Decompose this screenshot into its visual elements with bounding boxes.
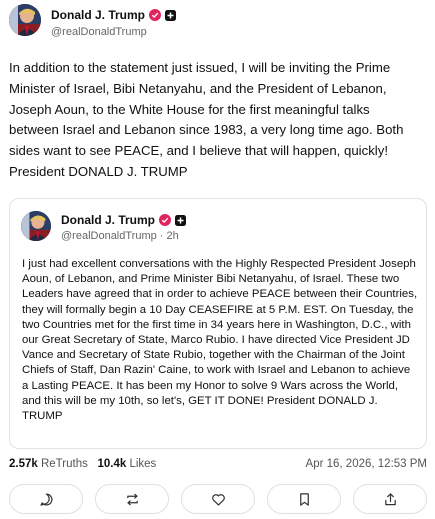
post-timestamp: Apr 16, 2026, 12:53 PM xyxy=(305,458,427,470)
affiliation-badge-icon xyxy=(165,9,177,21)
quoted-handle-time[interactable]: @realDonaldTrump · 2h xyxy=(61,230,179,242)
quoted-avatar[interactable] xyxy=(21,211,51,241)
likes-count[interactable]: 10.4k xyxy=(97,458,126,470)
retruth-icon xyxy=(126,493,138,505)
truth-post-detail: Donald J. Trump @realDonaldTrump In addi… xyxy=(0,0,435,519)
verified-badge-icon xyxy=(159,214,172,226)
reply-button[interactable] xyxy=(9,484,83,514)
verified-badge-icon xyxy=(149,9,162,21)
likes-label[interactable]: Likes xyxy=(129,458,156,470)
author-name-row: Donald J. Trump xyxy=(51,8,177,22)
author-name[interactable]: Donald J. Trump xyxy=(51,8,145,22)
like-button[interactable] xyxy=(181,484,255,514)
retruth-button[interactable] xyxy=(95,484,169,514)
reply-icon xyxy=(39,492,52,506)
like-icon xyxy=(211,493,225,506)
affiliation-badge-icon xyxy=(175,214,187,226)
quoted-author-name-row: Donald J. Trump xyxy=(61,213,187,227)
action-bar xyxy=(9,484,427,514)
quoted-author-name[interactable]: Donald J. Trump xyxy=(61,213,155,227)
share-button[interactable] xyxy=(353,484,427,514)
quoted-post-text: I just had excellent conversations with … xyxy=(22,258,418,423)
retruths-label[interactable]: ReTruths xyxy=(41,458,88,470)
author-handle[interactable]: @realDonaldTrump xyxy=(51,26,147,38)
retruths-count[interactable]: 2.57k xyxy=(9,458,38,470)
avatar[interactable] xyxy=(9,4,41,36)
bookmark-icon xyxy=(299,492,309,506)
post-header: Donald J. Trump @realDonaldTrump xyxy=(9,4,429,44)
quoted-post-card[interactable]: Donald J. Trump @realDonaldTrump · 2h I … xyxy=(9,198,427,449)
post-text: In addition to the statement just issued… xyxy=(9,60,404,179)
share-icon xyxy=(384,492,396,505)
bookmark-button[interactable] xyxy=(267,484,341,514)
